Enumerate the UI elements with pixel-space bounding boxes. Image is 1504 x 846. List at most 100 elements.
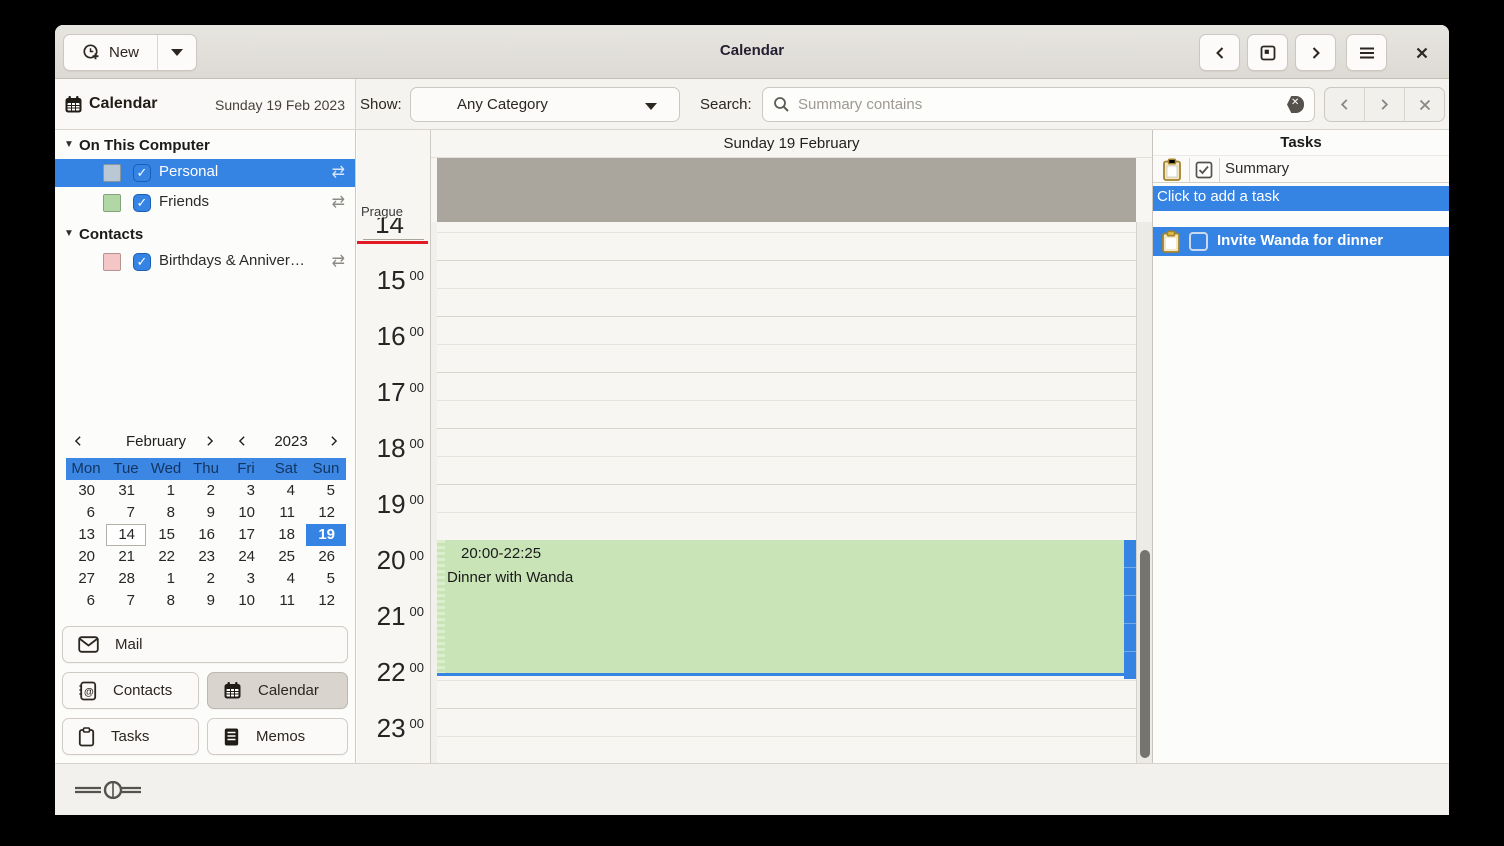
calendar-item-personal[interactable]: ✓ Personal ⇄ — [55, 159, 355, 187]
minical-day[interactable]: 2 — [186, 568, 226, 590]
minical-day[interactable]: 9 — [186, 590, 226, 612]
minical-day[interactable]: 19 — [306, 524, 346, 546]
search-previous-button[interactable] — [1325, 88, 1365, 121]
calendar-color-swatch — [103, 253, 121, 271]
search-input[interactable] — [798, 96, 1279, 113]
minical-day[interactable]: 4 — [266, 568, 306, 590]
checkbox-checked[interactable]: ✓ — [133, 164, 151, 182]
minical-day[interactable]: 12 — [306, 502, 346, 524]
minical-day[interactable]: 14 — [106, 524, 146, 546]
minical-day[interactable]: 15 — [146, 524, 186, 546]
vertical-scrollbar[interactable] — [1136, 222, 1152, 763]
calendar-item-birthdays[interactable]: ✓ Birthdays & Anniver… ⇄ — [55, 248, 355, 276]
minical-day[interactable]: 13 — [66, 524, 106, 546]
nav-tasks-button[interactable]: Tasks — [62, 718, 199, 755]
hour-label: 2000 — [358, 545, 424, 576]
minical-day[interactable]: 25 — [266, 546, 306, 568]
search-close-button[interactable] — [1405, 88, 1444, 121]
minical-day[interactable]: 28 — [106, 568, 146, 590]
minical-day[interactable]: 11 — [266, 502, 306, 524]
nav-calendar-button[interactable]: Calendar — [207, 672, 348, 709]
previous-year-button[interactable] — [236, 434, 248, 448]
minical-day[interactable]: 26 — [306, 546, 346, 568]
minical-day[interactable]: 10 — [226, 502, 266, 524]
minical-day[interactable]: 17 — [226, 524, 266, 546]
minical-day[interactable]: 27 — [66, 568, 106, 590]
event-title: Dinner with Wanda — [447, 569, 573, 586]
minical-day[interactable]: 7 — [106, 590, 146, 612]
minical-day[interactable]: 9 — [186, 502, 226, 524]
minical-day[interactable]: 16 — [186, 524, 226, 546]
minical-day[interactable]: 12 — [306, 590, 346, 612]
checkbox-checked[interactable]: ✓ — [133, 194, 151, 212]
hour-label: 1700 — [358, 377, 424, 408]
minical-day[interactable]: 7 — [106, 502, 146, 524]
minical-day[interactable]: 2 — [186, 480, 226, 502]
minical-day[interactable]: 3 — [226, 568, 266, 590]
minical-day[interactable]: 22 — [146, 546, 186, 568]
search-next-button[interactable] — [1365, 88, 1405, 121]
group-on-this-computer[interactable]: ▼ On This Computer — [55, 133, 355, 160]
scrollbar-thumb[interactable] — [1140, 550, 1150, 758]
source-title: Calendar — [89, 95, 157, 113]
grid-line — [437, 372, 1136, 373]
time-grid[interactable]: 20:00-22:25 Dinner with Wanda — [431, 222, 1136, 763]
minical-day[interactable]: 6 — [66, 590, 106, 612]
search-field[interactable] — [762, 87, 1315, 122]
next-year-button[interactable] — [328, 434, 340, 448]
online-status-icon[interactable] — [75, 781, 157, 799]
task-checkbox-unchecked[interactable] — [1189, 232, 1208, 251]
minical-day[interactable]: 23 — [186, 546, 226, 568]
current-date-label: Sunday 19 Feb 2023 — [215, 97, 345, 113]
minical-day[interactable]: 5 — [306, 568, 346, 590]
tasks-column-header[interactable]: Summary — [1153, 155, 1449, 183]
hour-label: 2100 — [358, 601, 424, 632]
checkbox-checked[interactable]: ✓ — [133, 253, 151, 271]
weekday-label: Sun — [306, 458, 346, 480]
minical-day[interactable]: 3 — [226, 480, 266, 502]
next-button[interactable] — [1295, 34, 1336, 71]
add-task-row[interactable]: Click to add a task — [1153, 186, 1449, 211]
menu-button[interactable] — [1346, 34, 1387, 71]
today-button[interactable] — [1247, 34, 1288, 71]
allday-row[interactable] — [437, 158, 1136, 222]
calendar-item-friends[interactable]: ✓ Friends ⇄ — [55, 189, 355, 217]
minical-day[interactable]: 20 — [66, 546, 106, 568]
event-selection-bar[interactable] — [1124, 540, 1136, 679]
minical-day[interactable]: 30 — [66, 480, 106, 502]
expander-icon[interactable]: ▼ — [64, 139, 74, 150]
task-row-invite-wanda[interactable]: Invite Wanda for dinner — [1153, 227, 1449, 256]
event-dinner-with-wanda[interactable]: 20:00-22:25 Dinner with Wanda — [437, 540, 1124, 676]
previous-month-button[interactable] — [72, 434, 84, 448]
minical-day[interactable]: 5 — [306, 480, 346, 502]
nav-button-label: Mail — [115, 636, 143, 653]
expander-icon[interactable]: ▼ — [64, 228, 74, 239]
minical-day[interactable]: 10 — [226, 590, 266, 612]
task-type-column-icon — [1162, 158, 1182, 182]
minical-day[interactable]: 8 — [146, 502, 186, 524]
minical-day[interactable]: 6 — [66, 502, 106, 524]
grid-margin-column — [431, 222, 437, 763]
minical-day[interactable]: 1 — [146, 568, 186, 590]
minical-day[interactable]: 11 — [266, 590, 306, 612]
minical-day[interactable]: 21 — [106, 546, 146, 568]
minical-day[interactable]: 4 — [266, 480, 306, 502]
summary-column-header: Summary — [1225, 160, 1289, 177]
nav-mail-button[interactable]: Mail — [62, 626, 348, 663]
day-view[interactable]: Sunday 19 February 20:00-22:25 Dinner wi… — [431, 130, 1152, 763]
minical-day[interactable]: 8 — [146, 590, 186, 612]
minical-day[interactable]: 18 — [266, 524, 306, 546]
minical-day[interactable]: 24 — [226, 546, 266, 568]
close-window-button[interactable] — [1401, 34, 1442, 71]
group-contacts[interactable]: ▼ Contacts — [55, 222, 355, 249]
next-month-button[interactable] — [204, 434, 216, 448]
nav-memos-button[interactable]: Memos — [207, 718, 348, 755]
category-dropdown[interactable]: Any Category — [410, 87, 680, 122]
previous-button[interactable] — [1199, 34, 1240, 71]
sync-icon: ⇄ — [332, 251, 345, 271]
group-label: Contacts — [79, 226, 143, 243]
minical-day[interactable]: 1 — [146, 480, 186, 502]
nav-contacts-button[interactable]: @ Contacts — [62, 672, 199, 709]
minical-day[interactable]: 31 — [106, 480, 146, 502]
clear-search-icon[interactable] — [1287, 96, 1304, 113]
